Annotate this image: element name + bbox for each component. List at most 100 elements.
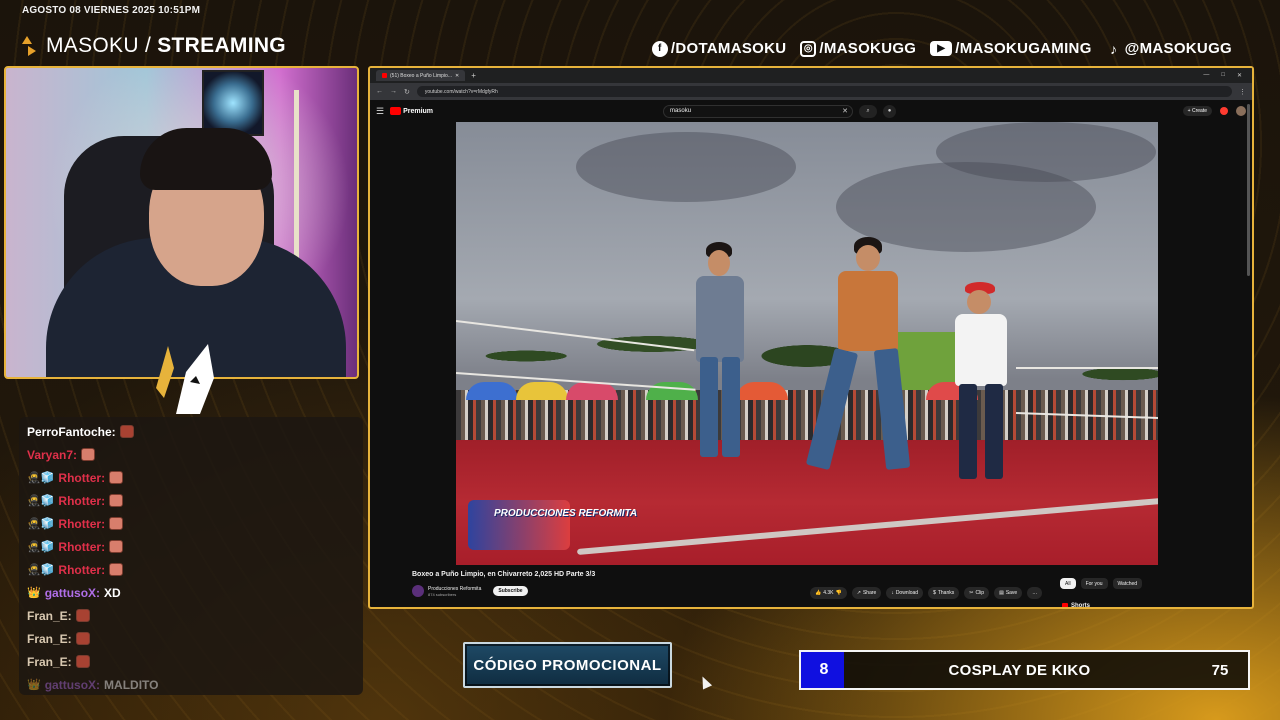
more-actions-button[interactable]: … [1027,587,1043,599]
chat-message: 👑 gattusoX: XD [27,581,355,604]
video-player[interactable]: PRODUCCIONES REFORMITA [456,122,1158,565]
user-badges-icon: 🥷🧊 [27,495,55,507]
user-badges-icon: 🥷🧊 [27,472,55,484]
channel-avatar[interactable] [412,585,424,597]
youtube-favicon-icon [382,73,387,78]
tab-youtube[interactable]: (51) Boxeo a Puño Limpio... ✕ [376,70,466,81]
chip-for-you[interactable]: For you [1080,578,1108,589]
shorts-section[interactable]: Shorts [1062,603,1091,609]
download-button[interactable]: ↓ Download [886,587,924,599]
clip-button[interactable]: ✂ Clip [964,587,990,599]
chip-all[interactable]: All [1060,578,1076,589]
tiktok-icon: ♪ [1110,40,1118,57]
emote-icon [109,517,124,530]
youtube-logo[interactable]: Premium [390,107,433,115]
chat-message: Fran_E: [27,650,355,673]
date-time: AGOSTO 08 VIERNES 2025 10:51PM [22,5,201,16]
tab-bar: (51) Boxeo a Puño Limpio... ✕ + — □ ✕ [370,68,1252,83]
video-title: Boxeo a Puño Limpio, en Chivarreto 2,025… [412,571,596,578]
vote-right-count: 75 [1211,661,1229,679]
clear-search-icon[interactable]: ✕ [842,107,852,115]
social-handle: /MASOKUGG [819,40,917,57]
social-links: f /DOTAMASOKU ◎ /MASOKUGG ▶ /MASOKUGAMIN… [651,40,1232,57]
chat-message: Fran_E: [27,627,355,650]
chat-message: PerroFantoche: [27,420,355,443]
chat-text: MALDITO [104,677,159,692]
window-controls: — □ ✕ [1203,72,1252,79]
emote-icon [75,655,90,668]
tab-title: (51) Boxeo a Puño Limpio... [390,72,452,79]
chat-username: Rhotter: [58,516,106,531]
extensions-icon[interactable]: ⋮ [1239,88,1246,96]
crown-badge-icon: 👑 [27,679,41,691]
microphone-icon[interactable]: ● [883,104,897,118]
youtube-icon: ▶ [930,41,953,56]
reload-icon[interactable]: ↻ [404,88,410,96]
hamburger-menu-icon[interactable]: ☰ [376,106,384,117]
social-facebook: f /DOTAMASOKU [651,40,787,57]
youtube-header: ☰ Premium masoku ✕ ⌕ ● + Create [370,100,1252,122]
chat-username: Fran_E: [27,654,72,669]
emote-icon [109,494,124,507]
chat-message: 🥷🧊 Rhotter: [27,466,355,489]
recommendation-chips: All For you Watched [1060,578,1143,589]
emote-icon [119,425,134,438]
crown-badge-icon: 👑 [27,587,41,599]
back-icon[interactable]: ← [376,88,383,95]
youtube-search-input[interactable]: masoku ✕ [663,104,854,118]
user-badges-icon: 🥷🧊 [27,564,55,576]
social-instagram: ◎ /MASOKUGG [800,40,916,57]
close-tab-icon[interactable]: ✕ [455,73,459,79]
url-input[interactable]: youtube.com/watch?v=rMdgfyRh [416,86,1232,97]
save-icon: ▤ [999,590,1004,596]
dislike-icon[interactable]: 👎 [836,590,842,596]
subscribe-button[interactable]: Subscribe [493,586,528,596]
like-count: 4.3K [823,590,834,596]
vote-label: COSPLAY DE KIKO [948,661,1091,679]
chat-username: gattusoX: [44,585,101,600]
chat-message: Fran_E: [27,604,355,627]
chat-username: PerroFantoche: [27,424,116,439]
youtube-header-actions: + Create [1182,106,1246,116]
search-icon[interactable]: ⌕ [859,104,878,118]
close-window-icon[interactable]: ✕ [1237,72,1242,79]
share-button[interactable]: ↗ Share [851,587,882,599]
chip-watched[interactable]: Watched [1112,578,1143,589]
emote-icon [109,563,124,576]
vote-bar: 8 COSPLAY DE KIKO 75 [799,650,1250,690]
minimize-icon[interactable]: — [1203,72,1209,79]
new-tab-icon[interactable]: + [471,71,476,80]
account-avatar[interactable] [1236,106,1246,116]
instagram-icon: ◎ [800,40,817,57]
chat-message: 🥷🧊 Rhotter: [27,535,355,558]
video-watermark: PRODUCCIONES REFORMITA [494,508,638,519]
thanks-button[interactable]: $ Thanks [928,587,960,599]
chat-text: XD [104,585,121,600]
youtube-play-icon [390,107,402,115]
social-handle: @MASOKUGG [1124,40,1232,57]
chat-message: 🥷🧊 Rhotter: [27,558,355,581]
chat-message: 🥷🧊 Rhotter: [27,489,355,512]
chat-username: gattusoX: [44,677,101,692]
video-actions: 👍 4.3K 👎 ↗ Share ↓ Download $ Thanks ✂ C… [810,587,1043,599]
create-button[interactable]: + Create [1182,106,1212,116]
channel-info: Producciones Reformita 874 subscribers S… [412,585,528,597]
wall-art [202,70,264,136]
brand-arrows-icon [22,36,36,56]
shorts-icon [1062,603,1068,607]
chat-username: Rhotter: [58,493,106,508]
emote-icon [109,471,124,484]
page-scrollbar[interactable] [1247,104,1250,276]
like-button[interactable]: 👍 4.3K 👎 [810,587,847,599]
save-button[interactable]: ▤ Save [994,587,1023,599]
search-value: masoku [670,108,692,114]
browser-window: (51) Boxeo a Puño Limpio... ✕ + — □ ✕ ← … [368,66,1254,609]
vote-left-count: 8 [819,661,829,678]
maximize-icon[interactable]: □ [1221,72,1225,79]
shorts-label: Shorts [1071,603,1091,609]
forward-icon[interactable]: → [390,88,397,95]
share-icon: ↗ [856,590,861,596]
chat-username: Rhotter: [58,470,106,485]
chat-username: Fran_E: [27,631,72,646]
notifications-bell-icon[interactable] [1220,107,1228,115]
